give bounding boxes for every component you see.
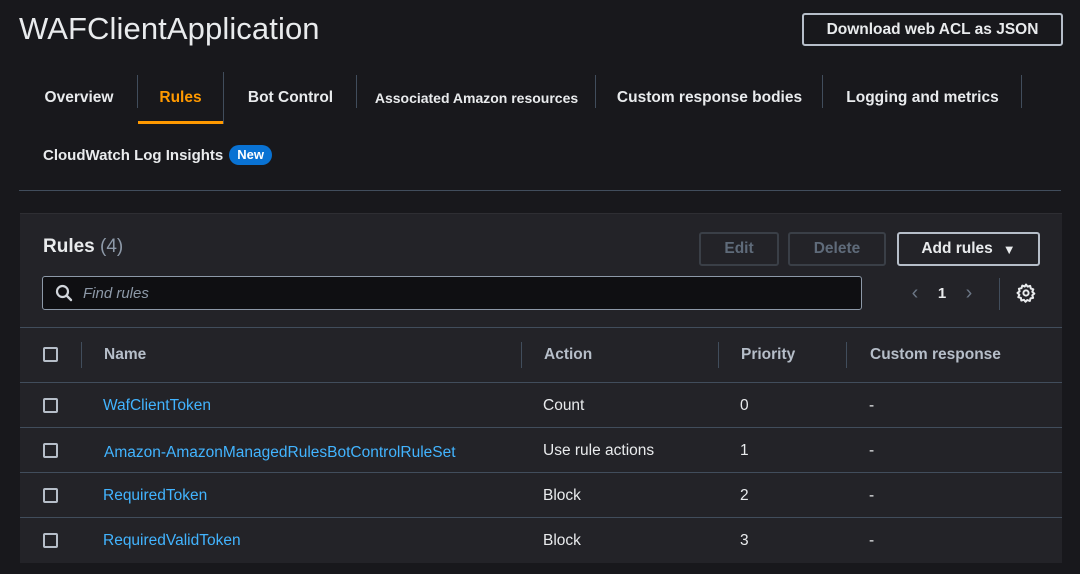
select-all-checkbox[interactable] [43, 347, 58, 362]
caret-down-icon: ▼ [1002, 241, 1016, 257]
rule-custom-response: - [869, 441, 875, 459]
rules-count: (4) [100, 236, 124, 257]
tab-label: Logging and metrics [846, 89, 999, 106]
column-divider [81, 342, 82, 368]
rule-priority: 2 [740, 486, 749, 504]
row-checkbox[interactable] [43, 398, 58, 413]
table-row: WafClientToken Count 0 - [20, 382, 1062, 427]
table-row: RequiredValidToken Block 3 - [20, 517, 1062, 562]
tab-label: Bot Control [247, 89, 334, 106]
column-header-custom-response[interactable]: Custom response [870, 328, 1001, 382]
waf-web-acl-page: WAFClientApplication Download web ACL as… [0, 0, 1080, 574]
rules-container: Rules (4) Edit Delete Add rules ▼ ‹ 1 › [20, 213, 1062, 563]
rule-name-link[interactable]: WafClientToken [103, 383, 211, 428]
page-title: WAFClientApplication [19, 11, 320, 46]
search-field[interactable] [42, 276, 862, 310]
tab-label: Overview [44, 89, 114, 106]
column-divider [718, 342, 719, 368]
table-row: RequiredToken Block 2 - [20, 472, 1062, 517]
table-row: Amazon-AmazonManagedRulesBotControlRuleS… [20, 427, 1062, 472]
chevron-right-icon[interactable]: › [954, 282, 984, 305]
rule-priority: 1 [740, 441, 749, 459]
add-rules-button[interactable]: Add rules ▼ [897, 232, 1040, 266]
rule-custom-response: - [869, 486, 875, 504]
rules-heading: Rules (4) [43, 236, 123, 258]
rule-priority: 0 [740, 396, 749, 414]
rule-action: Use rule actions [543, 441, 655, 459]
table-header: Name Action Priority Custom response [20, 328, 1062, 382]
pagination: ‹ 1 › [900, 280, 984, 306]
row-checkbox[interactable] [43, 443, 58, 458]
tab-overview[interactable]: Overview [20, 72, 138, 124]
rule-action: Count [543, 396, 585, 414]
tab-label: Rules [159, 89, 202, 106]
tab-label: Custom response bodies [616, 89, 803, 106]
rule-action: Block [543, 486, 581, 504]
delete-button[interactable]: Delete [788, 232, 886, 266]
rule-custom-response: - [869, 531, 875, 549]
gear-icon[interactable] [1016, 283, 1036, 303]
chevron-left-icon[interactable]: ‹ [900, 282, 930, 305]
row-checkbox[interactable] [43, 488, 58, 503]
search-icon [55, 284, 73, 302]
rule-name-link[interactable]: RequiredValidToken [103, 518, 241, 563]
tab-custom-response-bodies[interactable]: Custom response bodies [596, 72, 823, 124]
tab-logging-metrics[interactable]: Logging and metrics [823, 72, 1022, 124]
rules-heading-title: Rules [43, 236, 95, 257]
row-checkbox[interactable] [43, 533, 58, 548]
tab-associated-resources[interactable]: Associated Amazon resources [357, 72, 596, 124]
search-input[interactable] [83, 284, 783, 302]
column-header-priority[interactable]: Priority [741, 328, 795, 382]
pager-divider [999, 278, 1000, 310]
column-header-action[interactable]: Action [544, 328, 592, 382]
download-json-button[interactable]: Download web ACL as JSON [802, 13, 1063, 46]
edit-button[interactable]: Edit [699, 232, 779, 266]
tab-label: Associated Amazon resources [374, 90, 579, 106]
new-badge: New [229, 145, 272, 165]
rule-action: Block [543, 531, 581, 549]
tab-rules[interactable]: Rules [138, 72, 223, 124]
page-number[interactable]: 1 [930, 285, 954, 302]
tab-bot-control[interactable]: Bot Control [223, 72, 357, 124]
tab-cloudwatch-log-insights[interactable]: CloudWatch Log Insights New [43, 145, 272, 165]
tab-label: CloudWatch Log Insights [43, 146, 224, 164]
tab-bar: Overview Rules Bot Control Associated Am… [20, 72, 1022, 124]
add-rules-label: Add rules [921, 240, 993, 257]
tabs-divider [19, 190, 1061, 191]
column-divider [521, 342, 522, 368]
column-header-name[interactable]: Name [104, 328, 146, 382]
tab-divider [1021, 75, 1022, 108]
rule-custom-response: - [869, 396, 875, 414]
column-divider [846, 342, 847, 368]
active-tab-indicator [138, 121, 223, 124]
rule-priority: 3 [740, 531, 749, 549]
rule-name-link[interactable]: Amazon-AmazonManagedRulesBotControlRuleS… [104, 430, 456, 475]
rule-name-link[interactable]: RequiredToken [103, 473, 207, 518]
